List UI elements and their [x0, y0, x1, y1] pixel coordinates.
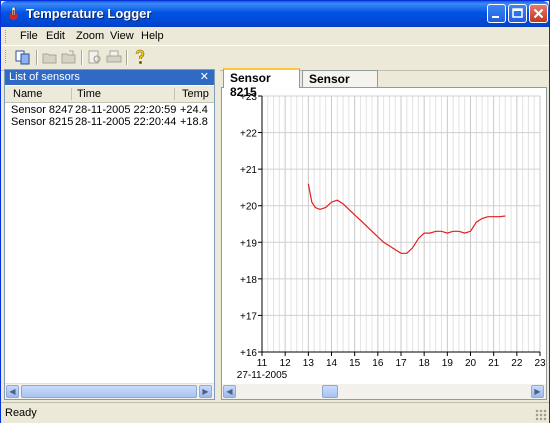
- chart-horizontal-scrollbar[interactable]: ◀ ▶: [222, 384, 546, 399]
- y-tick-label: +21: [240, 165, 257, 176]
- toolbar-separator: [126, 50, 128, 65]
- chart-panel: Sensor 8215 Sensor 8247 +16 +17 +18 +19 +20 +…: [220, 68, 547, 400]
- sensor-list-panel: List of sensors ✕ Name Time Temp Sensor …: [4, 69, 215, 400]
- x-tick-label: 22: [511, 358, 523, 369]
- y-tick-label: +18: [240, 275, 257, 286]
- maximize-button[interactable]: [508, 4, 527, 23]
- print-preview-icon[interactable]: [86, 49, 104, 66]
- toolbar-separator: [36, 50, 38, 65]
- status-text: Ready: [5, 407, 37, 419]
- toolbar-separator: [81, 50, 83, 65]
- y-tick-label: +22: [240, 129, 257, 140]
- resize-grip-icon[interactable]: [535, 409, 547, 421]
- list-horizontal-scrollbar[interactable]: ◀ ▶: [5, 383, 214, 399]
- menu-bar: File Edit Zoom View Help: [1, 27, 549, 45]
- column-header-temp[interactable]: Temp: [182, 88, 209, 100]
- tab-label: Sensor 8215: [230, 71, 271, 99]
- menu-help[interactable]: Help: [141, 30, 164, 42]
- scroll-left-icon[interactable]: ◀: [223, 385, 236, 398]
- x-tick-label: 14: [326, 358, 338, 369]
- help-icon[interactable]: [131, 49, 149, 66]
- sensor-name: Sensor 8215: [11, 116, 74, 128]
- sensor-panel-header: List of sensors ✕: [5, 70, 214, 85]
- menu-view[interactable]: View: [110, 30, 134, 42]
- thermometer-app-icon: [9, 6, 18, 20]
- open-icon[interactable]: [41, 49, 59, 66]
- tab-sensor-8247[interactable]: Sensor 8247: [302, 70, 378, 100]
- panel-close-icon[interactable]: ✕: [200, 70, 209, 83]
- minimize-button[interactable]: [487, 4, 506, 23]
- tab-sensor-8215[interactable]: Sensor 8215: [223, 68, 300, 99]
- close-button[interactable]: [529, 4, 548, 23]
- x-tick-label: 13: [303, 358, 315, 369]
- scrollbar-thumb[interactable]: [21, 385, 197, 398]
- x-tick-label: 20: [465, 358, 477, 369]
- menu-edit[interactable]: Edit: [46, 30, 65, 42]
- copy-icon[interactable]: [14, 49, 32, 66]
- window-title: Temperature Logger: [26, 6, 152, 21]
- x-tick-label: 19: [442, 358, 454, 369]
- menu-zoom[interactable]: Zoom: [76, 30, 104, 42]
- y-tick-label: +19: [240, 238, 257, 249]
- x-tick-label: 12: [280, 358, 292, 369]
- column-divider[interactable]: [174, 88, 175, 100]
- list-item[interactable]: Sensor 8215 28-11-2005 22:20:44 +18.8: [5, 116, 214, 129]
- sensor-panel-title: List of sensors: [9, 71, 80, 83]
- scroll-right-icon[interactable]: ▶: [531, 385, 544, 398]
- y-tick-label: +17: [240, 311, 257, 322]
- x-tick-label: 18: [419, 358, 431, 369]
- save-icon[interactable]: [60, 49, 78, 66]
- title-bar[interactable]: Temperature Logger: [1, 1, 549, 27]
- sensor-time: 28-11-2005 22:20:44: [75, 116, 177, 128]
- x-tick-label: 17: [395, 358, 407, 369]
- menu-file[interactable]: File: [20, 30, 38, 42]
- x-tick-label: 15: [349, 358, 361, 369]
- sensor-temp: +24.4: [180, 104, 208, 116]
- x-tick-label: 11: [257, 358, 268, 369]
- scrollbar-thumb[interactable]: [322, 385, 338, 398]
- sensor-name: Sensor 8247: [11, 104, 74, 116]
- minimize-icon: [492, 16, 499, 18]
- print-icon[interactable]: [105, 49, 123, 66]
- scroll-left-icon[interactable]: ◀: [6, 385, 19, 398]
- menu-grip[interactable]: [5, 30, 9, 43]
- sensor-temp: +18.8: [180, 116, 208, 128]
- chart-tab-body: +16 +17 +18 +19 +20 +21 +22 +23 11 12 13 14 15 16 17 18…: [221, 87, 547, 400]
- column-header-name[interactable]: Name: [13, 88, 42, 100]
- close-icon: [533, 8, 544, 19]
- x-tick-label: 21: [488, 358, 500, 369]
- scroll-right-icon[interactable]: ▶: [199, 385, 212, 398]
- y-tick-label: +16: [240, 348, 257, 359]
- temperature-chart: +16+17+18+19+20+21+22+2311 12 13 14 15 16 17 18…: [237, 92, 546, 381]
- toolbar-grip[interactable]: [5, 50, 9, 63]
- y-tick-label: +20: [240, 202, 257, 213]
- column-header-time[interactable]: Time: [77, 88, 101, 100]
- app-window: Temperature Logger File Edit Zoom View H…: [0, 0, 550, 423]
- column-divider[interactable]: [71, 88, 72, 100]
- list-header: Name Time Temp: [5, 86, 214, 103]
- status-bar: Ready: [1, 402, 549, 423]
- sensor-time: 28-11-2005 22:20:59: [75, 104, 177, 116]
- x-date-label: 27-11-2005: [237, 370, 288, 381]
- maximize-icon: [512, 8, 523, 18]
- x-tick-label: 23: [534, 358, 546, 369]
- x-tick-label: 16: [372, 358, 384, 369]
